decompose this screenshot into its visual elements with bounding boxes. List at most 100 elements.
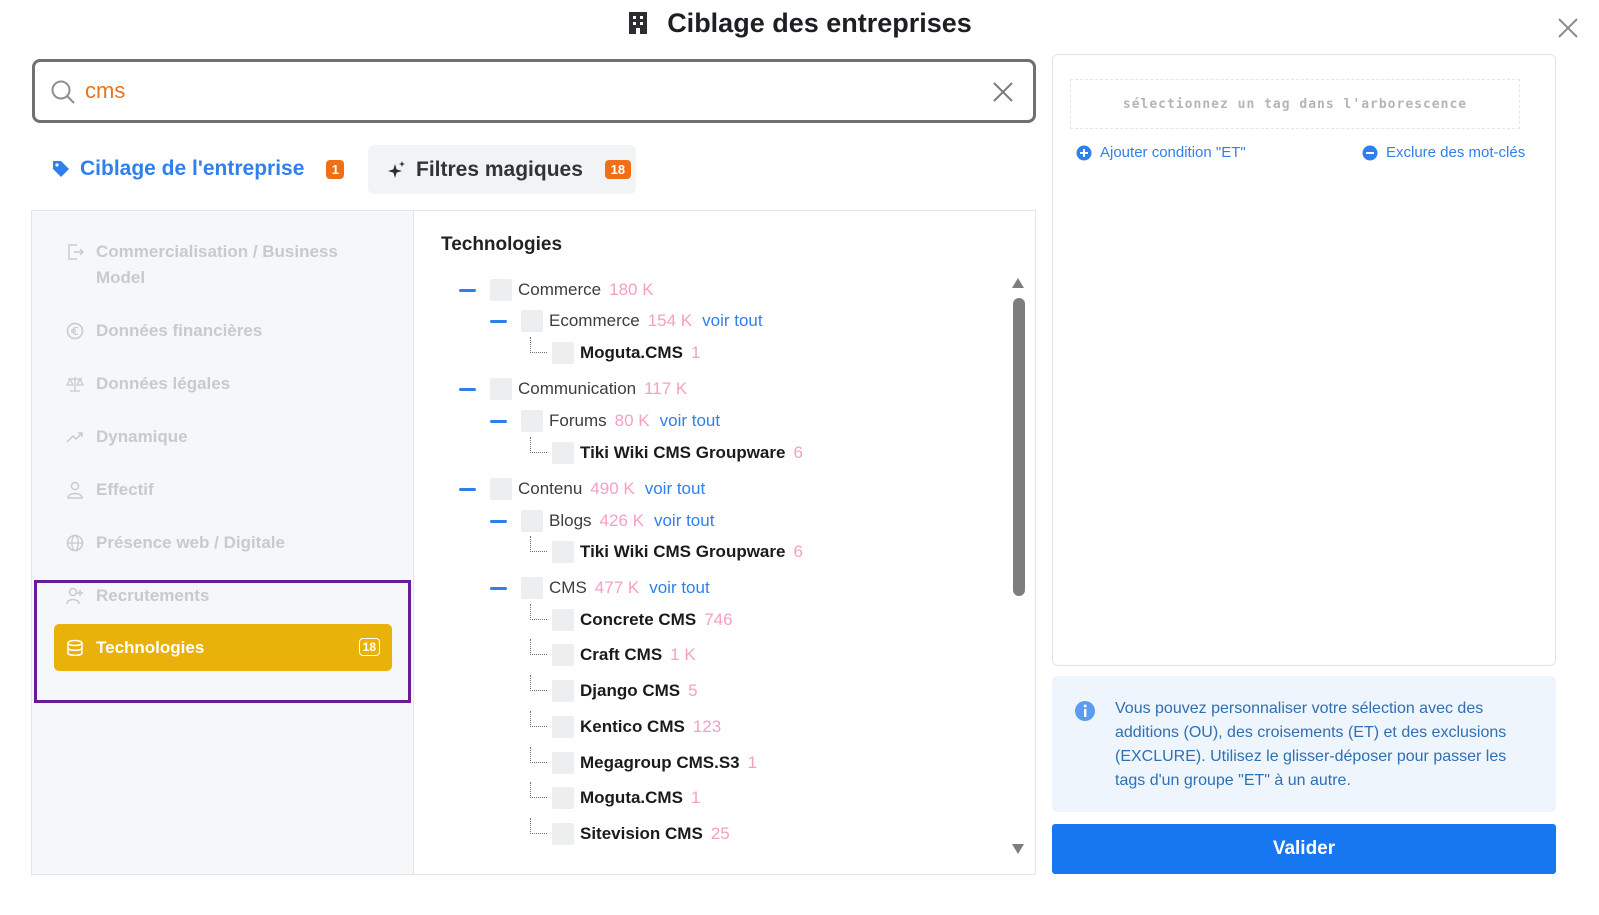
collapse-icon[interactable] [490,319,507,323]
checkbox[interactable] [521,410,543,432]
tree-node: Moguta.CMS 1 [552,341,700,365]
sidebar-item-commercialisation[interactable]: Commercialisation / Business Model [66,239,366,291]
tree-node: Blogs 426 K voir tout [490,509,714,533]
node-count: 25 [710,824,730,843]
count-badge: 18 [358,638,380,656]
scrollbar-thumb[interactable] [1013,298,1025,596]
scroll-up-arrow-icon[interactable] [1011,277,1025,289]
count-badge: 18 [604,160,631,179]
tree-connector [530,604,547,620]
checkbox[interactable] [490,378,512,400]
checkbox[interactable] [552,716,574,738]
sidebar-item-technologies[interactable]: Technologies 18 [54,624,392,671]
sidebar-item-label: Technologies [96,637,205,657]
sidebar-item-label: Dynamique [96,427,188,446]
search-icon [51,80,75,104]
collapse-icon[interactable] [459,487,476,491]
tree-node: Tiki Wiki CMS Groupware 6 [552,441,803,465]
checkbox[interactable] [552,823,574,845]
checkbox[interactable] [490,478,512,500]
exclude-keywords-button[interactable]: Exclure des mot-clés [1362,144,1525,161]
minus-circle-icon [1362,145,1378,160]
checkbox[interactable] [552,609,574,631]
node-count: 180 K [609,280,654,299]
add-condition-button[interactable]: Ajouter condition "ET" [1076,144,1246,161]
sidebar-item-recrutements[interactable]: Recrutements [66,583,366,609]
building-icon [629,12,648,34]
node-count: 426 K [599,511,644,530]
sidebar-item-donnees-financieres[interactable]: Données financières [66,318,366,344]
tree-node: Ecommerce 154 K voir tout [490,309,763,333]
tree-connector [530,818,547,834]
checkbox[interactable] [521,510,543,532]
node-label: Megagroup CMS.S3 [580,753,740,772]
node-count: 80 K [614,411,650,430]
scale-icon [66,377,84,392]
voir-tout-link[interactable]: voir tout [645,479,705,499]
node-label: Forums [549,411,607,430]
node-label: Craft CMS [580,645,663,664]
euro-icon [66,322,84,340]
tree-connector [530,747,547,763]
sidebar-item-label: Données légales [96,374,231,393]
sidebar-item-effectif[interactable]: Effectif [66,477,366,503]
tree-node: Sitevision CMS 25 [552,822,730,846]
node-count: 123 [692,717,722,736]
tree-node: Forums 80 K voir tout [490,409,720,433]
checkbox[interactable] [552,752,574,774]
sidebar-item-label: Données financières [96,321,263,340]
voir-tout-link[interactable]: voir tout [654,511,714,531]
checkbox[interactable] [552,541,574,563]
checkbox[interactable] [552,644,574,666]
checkbox[interactable] [552,442,574,464]
tab-ciblage-entreprise[interactable]: Ciblage de l'entreprise 1 [52,152,345,186]
tree-node: CMS 477 K voir tout [490,576,710,600]
checkbox[interactable] [521,577,543,599]
tree-node: Django CMS 5 [552,679,698,703]
filter-panel: Commercialisation / Business Model Donné… [31,210,1036,875]
clear-icon[interactable] [991,80,1015,104]
trend-up-icon [66,432,83,443]
scroll-down-arrow-icon[interactable] [1011,843,1025,855]
sparkles-icon [388,160,405,178]
node-count: 154 K [647,311,693,330]
node-count: 1 [747,753,758,772]
sidebar-item-label: Présence web / Digitale [96,533,285,552]
sidebar-item-donnees-legales[interactable]: Données légales [66,371,366,397]
checkbox[interactable] [521,310,543,332]
collapse-icon[interactable] [459,387,476,391]
add-condition-label: Ajouter condition "ET" [1100,144,1246,161]
tree-node: Kentico CMS 123 [552,715,721,739]
node-count: 117 K [644,379,688,398]
tree-connector [530,536,547,552]
tab-filtres-magiques[interactable]: Filtres magiques 18 [368,145,636,194]
sidebar-item-presence-web[interactable]: Présence web / Digitale [66,530,366,556]
sidebar-item-dynamique[interactable]: Dynamique [66,424,366,450]
count-badge: 1 [326,159,345,179]
voir-tout-link[interactable]: voir tout [702,311,762,331]
checkbox[interactable] [552,680,574,702]
close-icon[interactable] [1556,16,1580,40]
node-label: Commerce [518,280,602,299]
node-label: Django CMS [580,681,681,700]
collapse-icon[interactable] [459,288,476,292]
validate-button[interactable]: Valider [1052,824,1556,874]
node-count: 1 K [670,645,696,664]
collapse-icon[interactable] [490,419,507,423]
voir-tout-link[interactable]: voir tout [649,578,709,598]
checkbox[interactable] [552,342,574,364]
voir-tout-link[interactable]: voir tout [660,411,720,431]
user-plus-icon [66,587,83,605]
tree-connector [530,711,547,727]
node-count: 490 K [590,479,635,498]
collapse-icon[interactable] [490,519,507,523]
checkbox[interactable] [490,279,512,301]
node-count: 1 [690,788,701,807]
user-icon [67,481,83,499]
drop-zone-hint[interactable]: sélectionnez un tag dans l'arborescence [1070,79,1520,129]
checkbox[interactable] [552,787,574,809]
tree-node: Craft CMS 1 K [552,643,696,667]
collapse-icon[interactable] [490,586,507,590]
tree-connector [530,782,547,798]
search-input[interactable] [85,72,965,110]
